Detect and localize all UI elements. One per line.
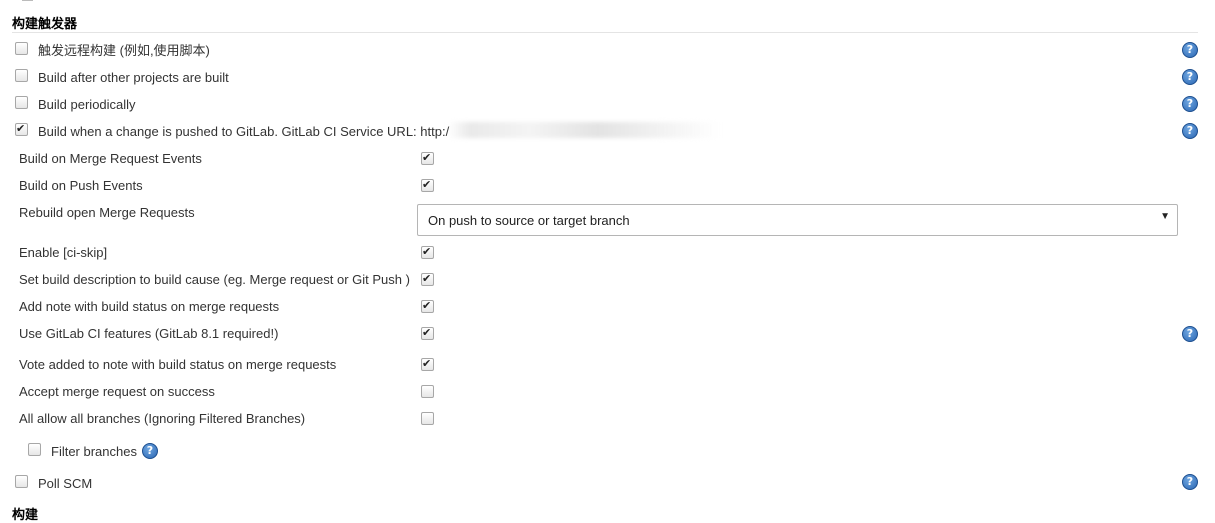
vote-note-label: Vote added to note with build status on … (19, 357, 337, 372)
build-description-label: Set build description to build cause (eg… (19, 272, 410, 287)
checkmark-icon: ✔ (422, 326, 432, 339)
checkmark-icon: ✔ (422, 299, 432, 312)
merge-request-events-label: Build on Merge Request Events (19, 151, 202, 166)
help-circle-icon[interactable]: ? (1182, 123, 1198, 139)
cut-off-top-item (22, 0, 142, 2)
partial-checkbox (22, 0, 33, 1)
help-circle-icon[interactable]: ? (1182, 42, 1198, 58)
accept-mr-label: Accept merge request on success (19, 384, 215, 399)
help-circle-icon[interactable]: ? (1182, 69, 1198, 85)
checkmark-icon: ✔ (422, 272, 432, 285)
add-note-label: Add note with build status on merge requ… (19, 299, 280, 314)
ci-skip-label: Enable [ci-skip] (19, 245, 108, 260)
push-events-checkbox[interactable]: ✔ (421, 178, 434, 192)
checkmark-icon: ✔ (422, 151, 432, 164)
remote-trigger-label: 触发远程构建 (例如,使用脚本) (38, 43, 210, 58)
section-title-build: 构建 (12, 507, 39, 522)
checkmark-icon: ✔ (422, 178, 432, 191)
checkmark-icon: ✔ (16, 122, 26, 135)
redacted-url (448, 122, 720, 138)
gitlab-push-trigger-label: Build when a change is pushed to GitLab.… (38, 124, 450, 139)
ci-features-label: Use GitLab CI features (GitLab 8.1 requi… (19, 326, 279, 341)
filter-branches-checkbox[interactable]: ✔ (28, 443, 41, 456)
rebuild-open-mr-label: Rebuild open Merge Requests (19, 205, 195, 220)
ci-features-checkbox[interactable]: ✔ (421, 326, 434, 340)
help-circle-icon[interactable]: ? (142, 443, 158, 459)
filter-branches-label: Filter branches (51, 444, 137, 459)
push-events-label: Build on Push Events (19, 178, 143, 193)
poll-scm-label: Poll SCM (38, 476, 93, 491)
checkmark-icon: ✔ (422, 245, 432, 258)
build-description-checkbox[interactable]: ✔ (421, 272, 434, 286)
rebuild-open-mr-select[interactable]: On push to source or target branch ▼ (417, 204, 1178, 236)
merge-request-events-checkbox[interactable]: ✔ (421, 151, 434, 165)
section-title-build-triggers: 构建触发器 (12, 16, 78, 31)
build-after-other-projects-label: Build after other projects are built (38, 70, 229, 85)
ci-skip-checkbox[interactable]: ✔ (421, 245, 434, 259)
build-periodically-label: Build periodically (38, 97, 136, 112)
rebuild-open-mr-selected-value: On push to source or target branch (428, 213, 630, 228)
allow-all-branches-checkbox[interactable]: ✔ (421, 412, 434, 425)
accept-mr-checkbox[interactable]: ✔ (421, 385, 434, 398)
chevron-down-icon: ▼ (1160, 211, 1170, 222)
gitlab-push-trigger-checkbox[interactable]: ✔ (15, 122, 28, 136)
section-divider (12, 32, 1198, 33)
help-circle-icon[interactable]: ? (1182, 326, 1198, 342)
build-after-other-projects-checkbox[interactable]: ✔ (15, 69, 28, 82)
help-circle-icon[interactable]: ? (1182, 96, 1198, 112)
help-circle-icon[interactable]: ? (1182, 474, 1198, 490)
checkmark-icon: ✔ (422, 357, 432, 370)
build-periodically-checkbox[interactable]: ✔ (15, 96, 28, 109)
add-note-checkbox[interactable]: ✔ (421, 299, 434, 313)
vote-note-checkbox[interactable]: ✔ (421, 357, 434, 371)
allow-all-branches-label: All allow all branches (Ignoring Filtere… (19, 411, 306, 426)
remote-trigger-checkbox[interactable]: ✔ (15, 42, 28, 55)
poll-scm-checkbox[interactable]: ✔ (15, 475, 28, 488)
